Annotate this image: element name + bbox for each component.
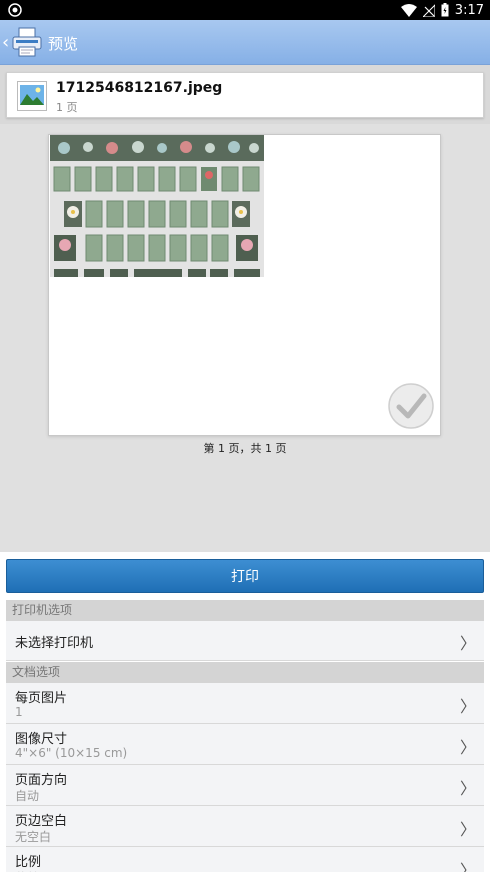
checkmark-icon[interactable] bbox=[387, 382, 435, 430]
wifi-icon bbox=[400, 3, 417, 17]
printer-icon[interactable] bbox=[10, 25, 44, 59]
option-value: 1 bbox=[15, 705, 23, 719]
chevron-right-icon: 〉 bbox=[459, 779, 476, 798]
document-options-header: 文档选项 bbox=[6, 662, 484, 683]
printer-select-label: 未选择打印机 bbox=[15, 636, 94, 651]
chevron-right-icon: 〉 bbox=[459, 861, 476, 872]
option-row-scale[interactable]: 比例 裁剪 〉 bbox=[6, 847, 484, 872]
chevron-right-icon: 〉 bbox=[459, 634, 476, 653]
preview-page[interactable] bbox=[48, 134, 441, 436]
image-file-icon bbox=[17, 81, 47, 111]
file-card[interactable]: 1712546812167.jpeg 1 页 bbox=[6, 72, 484, 118]
option-row-margins[interactable]: 页边空白 无空白 〉 bbox=[6, 806, 484, 847]
print-button[interactable]: 打印 bbox=[6, 559, 484, 593]
option-label: 页边空白 bbox=[15, 814, 68, 829]
file-name: 1712546812167.jpeg bbox=[56, 80, 223, 96]
printer-select-row[interactable]: 未选择打印机 〉 bbox=[6, 621, 484, 661]
option-row-orientation[interactable]: 页面方向 自动 〉 bbox=[6, 765, 484, 806]
option-value: 4"×6" (10×15 cm) bbox=[15, 746, 128, 760]
option-row-images-per-page[interactable]: 每页图片 1 〉 bbox=[6, 683, 484, 724]
status-bar: 3:17 bbox=[0, 0, 490, 20]
chevron-right-icon: 〉 bbox=[459, 738, 476, 757]
preview-image bbox=[50, 135, 264, 277]
option-label: 页面方向 bbox=[15, 773, 68, 788]
printer-options-header: 打印机选项 bbox=[6, 600, 484, 621]
chevron-right-icon: 〉 bbox=[459, 697, 476, 716]
file-page-count: 1 页 bbox=[56, 101, 78, 114]
chevron-right-icon: 〉 bbox=[459, 820, 476, 839]
signal-off-icon bbox=[422, 3, 435, 17]
status-time: 3:17 bbox=[454, 2, 484, 18]
option-label: 比例 bbox=[15, 855, 42, 870]
options-panel: 打印 打印机选项 未选择打印机 〉 文档选项 每页图片 1 〉 图像尺寸 4"×… bbox=[0, 552, 490, 872]
app-header: ‹ 预览 bbox=[0, 20, 490, 65]
preview-area: 第 1 页，共 1 页 bbox=[0, 124, 490, 552]
option-row-image-size[interactable]: 图像尺寸 4"×6" (10×15 cm) 〉 bbox=[6, 724, 484, 765]
option-label: 图像尺寸 bbox=[15, 732, 68, 747]
option-value: 自动 bbox=[15, 789, 40, 803]
option-value: 无空白 bbox=[15, 830, 52, 844]
option-label: 每页图片 bbox=[15, 691, 68, 706]
battery-icon bbox=[441, 3, 449, 17]
page-title: 预览 bbox=[48, 35, 79, 53]
page-indicator: 第 1 页，共 1 页 bbox=[203, 442, 287, 455]
shield-icon bbox=[8, 3, 22, 17]
